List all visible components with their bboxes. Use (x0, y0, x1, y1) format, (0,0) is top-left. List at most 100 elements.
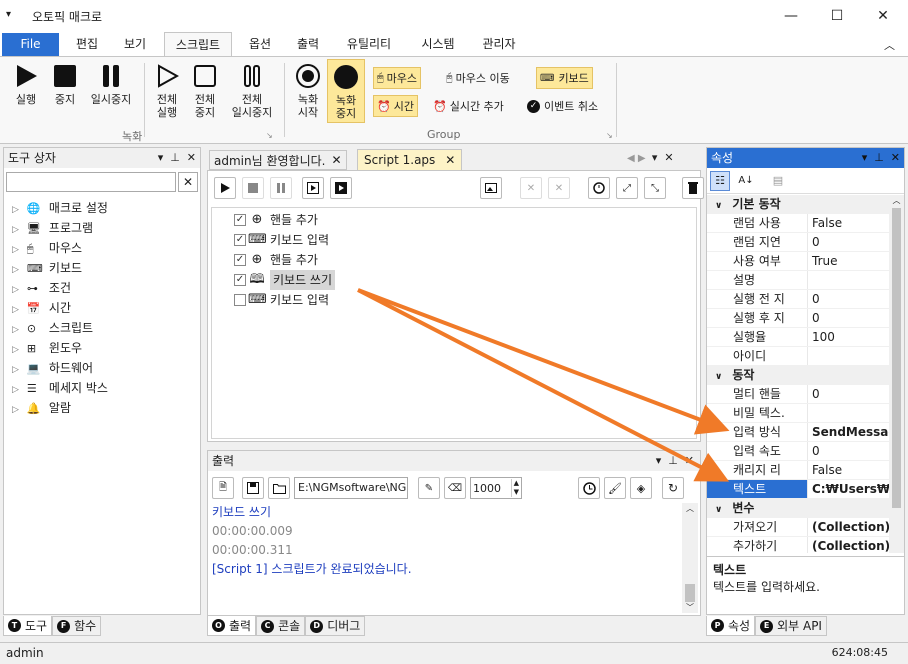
pause-icon[interactable] (270, 177, 292, 199)
expand-arrow-icon[interactable]: ▷ (12, 245, 19, 255)
expand-icon[interactable]: ↘ (266, 131, 273, 140)
property-category[interactable]: ∨ 변수 (707, 499, 889, 518)
new-file-icon[interactable]: 🗎 (212, 477, 234, 499)
mouse-move-toggle[interactable]: 🖰 마우스 이동 (443, 67, 513, 89)
properties-scrollbar[interactable]: ︿ (889, 195, 904, 553)
tab-debug[interactable]: D 디버그 (305, 616, 366, 636)
property-value[interactable]: (Collection) (808, 537, 889, 553)
toolbox-item[interactable]: ▷ 🔔 알람 (4, 398, 200, 418)
property-row[interactable]: 캐리지 리 False (707, 461, 889, 480)
step-over-icon[interactable] (330, 177, 352, 199)
chevron-down-icon[interactable]: ∨ (715, 505, 722, 515)
property-row[interactable]: 입력 방식 SendMessage (707, 423, 889, 442)
expand-arrow-icon[interactable]: ▷ (12, 205, 19, 215)
script-line[interactable]: ✓ 🕮 키보드 쓰기 (234, 270, 696, 290)
expand-arrow-icon[interactable]: ▷ (12, 385, 19, 395)
tab-nav-icon[interactable]: ◀ ▶ ▾ ✕ (627, 151, 674, 164)
script-line[interactable]: ✓ ⊕ 핸들 추가 (234, 250, 696, 270)
keyboard-toggle[interactable]: ⌨ 키보드 (536, 67, 593, 89)
checkbox[interactable] (234, 294, 246, 306)
tab-external-api[interactable]: E 외부 API (755, 616, 827, 636)
menu-tab[interactable]: 옵션 (238, 32, 282, 56)
property-value[interactable]: False (808, 461, 889, 479)
property-row[interactable]: 멀티 핸들 0 (707, 385, 889, 404)
delete-icon[interactable]: ✕ (548, 177, 570, 199)
menu-tab[interactable]: 관리자 (472, 32, 526, 56)
menu-tab[interactable]: 편집 (66, 32, 108, 56)
menu-tab[interactable]: 출력 (286, 32, 330, 56)
property-row[interactable]: 실행 전 지 0 (707, 290, 889, 309)
menu-tab-active[interactable]: 스크립트 (164, 32, 232, 57)
script-line[interactable]: ⌨ 키보드 입력 (234, 290, 696, 310)
expand-icon[interactable]: ⤢ (616, 177, 638, 199)
scroll-thumb[interactable] (685, 584, 695, 602)
toolbox-item[interactable]: ▷ ⊶ 조건 (4, 278, 200, 298)
property-value[interactable]: (Collection) (808, 518, 889, 536)
toolbox-item[interactable]: ▷ 🌐 매크로 설정 (4, 198, 200, 218)
toolbox-item[interactable]: ▷ ⊙ 스크립트 (4, 318, 200, 338)
stop-button[interactable]: 중지 (46, 61, 84, 106)
record-stop-button[interactable]: 녹화 중지 (327, 59, 365, 123)
property-row[interactable]: 사용 여부 True (707, 252, 889, 271)
toolbox-item[interactable]: ▷ 📅 시간 (4, 298, 200, 318)
sort-az-icon[interactable]: A↓ (736, 171, 756, 191)
tab-script[interactable]: Script 1.aps ✕ (357, 149, 463, 170)
property-value[interactable] (808, 347, 889, 365)
property-category[interactable]: ∨ 기본 동작 (707, 195, 889, 214)
panel-controls[interactable]: ▾ ⊥ ✕ (656, 451, 694, 471)
realtime-add-button[interactable]: ⏰ 실시간 추가 (430, 95, 507, 117)
property-row[interactable]: 랜덤 지연 0 (707, 233, 889, 252)
property-row[interactable]: 텍스트C:₩Users₩ng∨ (707, 480, 889, 499)
property-pages-icon[interactable]: ▤ (768, 171, 788, 191)
property-value[interactable] (808, 404, 889, 422)
menu-tab[interactable]: 보기 (114, 32, 156, 56)
stepper-arrows-icon[interactable]: ▲ ▼ (510, 479, 521, 497)
eraser-icon[interactable]: ⌫ (444, 477, 466, 499)
categorized-icon[interactable]: ☷ (710, 170, 730, 191)
save-icon[interactable] (242, 477, 264, 499)
trash-icon[interactable] (682, 177, 704, 199)
paint-bucket-icon[interactable]: ◈ (630, 477, 652, 499)
property-row[interactable]: 실행 후 지 0 (707, 309, 889, 328)
property-value[interactable]: 0 (808, 233, 889, 251)
mouse-toggle[interactable]: 🖱 마우스 (373, 67, 421, 89)
expand-arrow-icon[interactable]: ▷ (12, 345, 19, 355)
run-button[interactable]: 실행 (6, 61, 46, 106)
menu-tab[interactable]: 시스템 (410, 32, 466, 56)
checkbox[interactable]: ✓ (234, 214, 246, 226)
expand-arrow-icon[interactable]: ▷ (12, 225, 19, 235)
tab-tools[interactable]: T 도구 (3, 616, 53, 636)
toolbox-item[interactable]: ▷ 🖥 프로그램 (4, 218, 200, 238)
property-value[interactable]: C:₩Users₩ng∨ (808, 480, 889, 498)
panel-controls[interactable]: ▾ ⊥ ✕ (862, 148, 900, 168)
close-tab-icon[interactable]: ✕ (331, 153, 341, 167)
file-menu[interactable]: File (2, 33, 59, 56)
property-row[interactable]: 랜덤 사용 False (707, 214, 889, 233)
property-value[interactable]: True (808, 252, 889, 270)
run-all-button[interactable]: 전체 실행 (148, 61, 186, 119)
close-button[interactable]: ✕ (860, 0, 906, 32)
expand-arrow-icon[interactable]: ▷ (12, 285, 19, 295)
expand-arrow-icon[interactable]: ▷ (12, 325, 19, 335)
timer-icon[interactable] (588, 177, 610, 199)
expand-arrow-icon[interactable]: ▷ (12, 365, 19, 375)
clock-icon[interactable] (578, 477, 600, 499)
folder-icon[interactable] (268, 477, 290, 499)
collapse-icon[interactable]: ⤡ (644, 177, 666, 199)
property-row[interactable]: 비밀 텍스. (707, 404, 889, 423)
checkbox[interactable]: ✓ (234, 274, 246, 286)
property-value[interactable]: SendMessage (808, 423, 889, 441)
run-icon[interactable] (214, 177, 236, 199)
expand-arrow-icon[interactable]: ▷ (12, 305, 19, 315)
toolbox-item[interactable]: ▷ ⊞ 윈도우 (4, 338, 200, 358)
expand-icon[interactable]: ↘ (606, 131, 613, 140)
property-value[interactable]: False (808, 214, 889, 232)
tab-functions[interactable]: F 함수 (52, 616, 102, 636)
checkbox[interactable]: ✓ (234, 254, 246, 266)
clear-search-button[interactable]: ✕ (178, 172, 198, 192)
minimize-button[interactable]: — (768, 0, 814, 32)
toolbox-search-input[interactable] (6, 172, 176, 192)
stop-icon[interactable] (242, 177, 264, 199)
record-start-button[interactable]: 녹화 시작 (289, 61, 327, 119)
maximize-button[interactable]: ☐ (814, 0, 860, 32)
